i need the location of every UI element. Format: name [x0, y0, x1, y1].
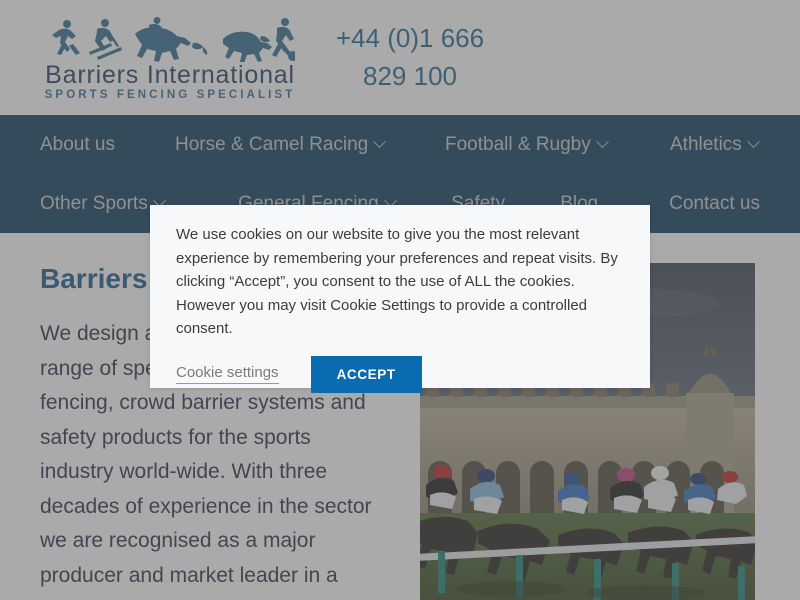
site-header: Barriers International SPORTS FENCING SP…: [0, 0, 800, 115]
nav-item-football-rugby[interactable]: Football & Rugby: [445, 134, 670, 156]
chevron-down-icon: [746, 135, 760, 149]
cookie-settings-link[interactable]: Cookie settings: [176, 364, 279, 384]
nav-item-athletics[interactable]: Athletics: [670, 133, 760, 156]
logo-tagline: SPORTS FENCING SPECIALIST: [44, 89, 296, 102]
nav-item-label: Other Sports: [40, 192, 148, 214]
nav-row-primary: About us Horse & Camel Racing Football &…: [40, 115, 760, 174]
accept-cookies-button[interactable]: ACCEPT: [310, 355, 422, 393]
nav-item-label: Contact us: [669, 192, 760, 214]
nav-item-about-us[interactable]: About us: [40, 134, 175, 156]
cookie-message: We use cookies on our website to give yo…: [176, 226, 618, 337]
logo-name: Barriers International: [45, 60, 295, 89]
nav-item-label: Athletics: [670, 133, 742, 155]
nav-item-label: Football & Rugby: [445, 133, 591, 155]
chevron-down-icon: [595, 135, 609, 149]
nav-item-label: Horse & Camel Racing: [175, 133, 369, 155]
chevron-down-icon: [373, 135, 387, 149]
nav-item-horse-camel-racing[interactable]: Horse & Camel Racing: [175, 134, 445, 156]
header-phone-number[interactable]: +44 (0)1 666 829 100: [320, 20, 650, 95]
nav-item-contact-us[interactable]: Contact us: [669, 193, 760, 215]
sports-silhouettes-icon: [52, 16, 295, 62]
site-logo[interactable]: Barriers International SPORTS FENCING SP…: [0, 14, 300, 101]
nav-item-label: About us: [40, 133, 115, 155]
cookie-actions: Cookie settings ACCEPT: [176, 355, 624, 393]
cookie-consent-dialog: We use cookies on our website to give yo…: [150, 205, 650, 393]
